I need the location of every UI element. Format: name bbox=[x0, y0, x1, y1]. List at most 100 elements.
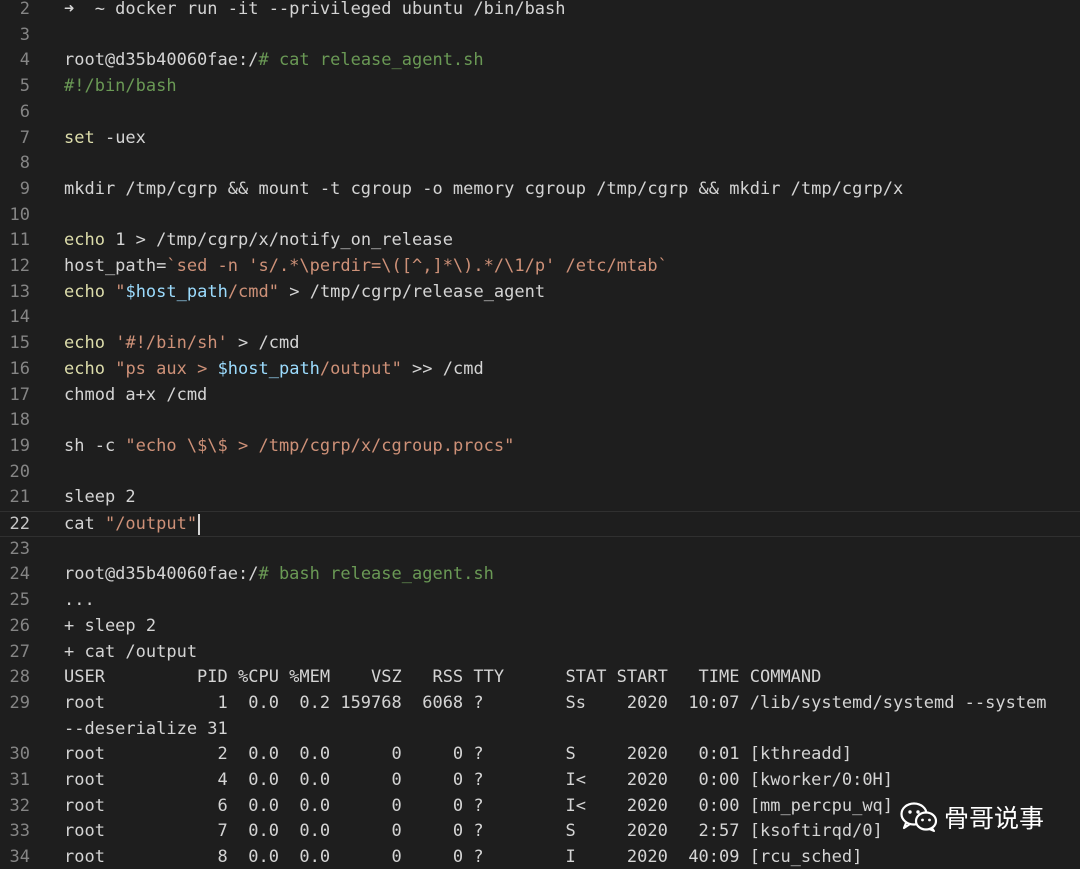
code-token: root@d35b40060fae:/ bbox=[64, 50, 259, 71]
line-code: sleep 2 bbox=[64, 485, 136, 511]
code-line-7[interactable]: 7 set -uex bbox=[0, 126, 1080, 152]
code-line-19[interactable]: 19 sh -c "echo \$\$ > /tmp/cgrp/x/cgroup.… bbox=[0, 434, 1080, 460]
line-number: 19 bbox=[9, 435, 30, 456]
line-number: 12 bbox=[9, 256, 30, 276]
line-number: 29 bbox=[9, 692, 30, 713]
code-line-14[interactable]: 14 bbox=[0, 305, 1080, 331]
code-line-22[interactable]: 22 cat "/output" bbox=[0, 511, 1080, 537]
line-code: root 2 0.0 0.0 0 0 ? S 2020 0:01 [kthrea… bbox=[64, 742, 852, 768]
line-code: root 4 0.0 0.0 0 0 ? I< 2020 0:00 [kwork… bbox=[64, 768, 893, 794]
code-token: + sleep 2 bbox=[64, 615, 157, 636]
line-code: + sleep 2 bbox=[64, 614, 156, 640]
code-line-4[interactable]: 4 root@d35b40060fae:/# cat release_agent.… bbox=[0, 48, 1080, 74]
line-code: + cat /output bbox=[64, 640, 197, 666]
code-token: # bash release_agent.sh bbox=[258, 564, 494, 585]
line-number: 15 bbox=[9, 333, 30, 354]
code-line-24[interactable]: 24 root@d35b40060fae:/# bash release_agen… bbox=[0, 562, 1080, 588]
line-code: #!/bin/bash bbox=[64, 74, 177, 100]
code-token: 1 > /tmp/cgrp/x/notify_on_release bbox=[104, 230, 453, 251]
code-line-12[interactable]: 12 host_path=`sed -n 's/.*\perdir=\([^,]*… bbox=[0, 254, 1080, 280]
code-line-23[interactable]: 23 bbox=[0, 537, 1080, 563]
code-line-9[interactable]: 9 mkdir /tmp/cgrp && mount -t cgroup -o m… bbox=[0, 177, 1080, 203]
code-line-11[interactable]: 11 echo 1 > /tmp/cgrp/x/notify_on_release bbox=[0, 228, 1080, 254]
code-token: echo bbox=[64, 358, 105, 379]
code-token: #!/bin/bash bbox=[64, 76, 177, 97]
code-token: USER PID %CPU %MEM VSZ RSS TTY STAT STAR… bbox=[64, 667, 822, 688]
code-token: root 1 0.0 0.2 159768 6068 ? Ss 2020 10:… bbox=[64, 692, 1047, 713]
code-token: echo bbox=[64, 333, 105, 354]
line-number: 33 bbox=[9, 821, 30, 842]
code-token: sleep 2 bbox=[64, 487, 136, 508]
line-number: 7 bbox=[19, 127, 30, 148]
code-line-6[interactable]: 6 bbox=[0, 100, 1080, 126]
code-line-25[interactable]: 25... bbox=[0, 588, 1080, 614]
line-number: 24 bbox=[9, 564, 30, 585]
code-line-28[interactable]: 28 USER PID %CPU %MEM VSZ RSS TTY STAT ST… bbox=[0, 665, 1080, 691]
code-line-16[interactable]: 16 echo "ps aux > $host_path/output" >> /… bbox=[0, 357, 1080, 383]
code-token: " bbox=[115, 281, 126, 302]
line-code: chmod a+x /cmd bbox=[64, 383, 207, 409]
line-number: 31 bbox=[9, 770, 30, 790]
code-line-17[interactable]: 17 chmod a+x /cmd bbox=[0, 383, 1080, 409]
code-line-20[interactable]: 20 bbox=[0, 460, 1080, 486]
code-line-13[interactable]: 13 echo "$host_path/cmd" > /tmp/cgrp/rele… bbox=[0, 280, 1080, 306]
code-token: echo bbox=[64, 281, 105, 302]
code-token: $host_path bbox=[217, 358, 320, 379]
line-code: --deserialize 31 bbox=[64, 717, 228, 743]
code-line-31[interactable]: 31 root 4 0.0 0.0 0 0 ? I< 2020 0:00 [kwo… bbox=[0, 768, 1080, 794]
line-number: 16 bbox=[9, 358, 30, 379]
line-code: host_path=`sed -n 's/.*\perdir=\([^,]*\)… bbox=[64, 254, 668, 280]
code-token: "echo \$\$ > /tmp/cgrp/x/cgroup.procs" bbox=[125, 435, 515, 456]
code-line-15[interactable]: 15 echo '#!/bin/sh' > /cmd bbox=[0, 331, 1080, 357]
line-code: echo '#!/bin/sh' > /cmd bbox=[64, 331, 299, 357]
line-code: root@d35b40060fae:/# cat release_agent.s… bbox=[64, 48, 484, 74]
code-token: --deserialize 31 bbox=[64, 718, 228, 739]
line-number: 25 bbox=[9, 590, 30, 611]
line-code: echo 1 > /tmp/cgrp/x/notify_on_release bbox=[64, 228, 453, 254]
code-token: echo bbox=[64, 230, 105, 251]
code-token: root 8 0.0 0.0 0 0 ? I 2020 40:09 [rcu_s… bbox=[64, 847, 863, 868]
code-token: -uex bbox=[94, 127, 146, 148]
code-token: /output" bbox=[319, 358, 402, 379]
line-number: 10 bbox=[9, 204, 30, 225]
code-token: + cat /output bbox=[64, 641, 198, 662]
line-code: root 8 0.0 0.0 0 0 ? I 2020 40:09 [rcu_s… bbox=[64, 845, 862, 869]
line-code: echo "ps aux > $host_path/output" >> /cm… bbox=[64, 357, 484, 383]
code-token: >> /cmd bbox=[401, 358, 484, 379]
code-token: ... bbox=[64, 590, 95, 611]
text-cursor bbox=[198, 513, 201, 535]
line-code: mkdir /tmp/cgrp && mount -t cgroup -o me… bbox=[64, 177, 903, 203]
code-line-18[interactable]: 18 bbox=[0, 408, 1080, 434]
watermark-text: 骨哥说事 bbox=[943, 804, 1044, 833]
code-line-30[interactable]: 30 root 2 0.0 0.0 0 0 ? S 2020 0:01 [kthr… bbox=[0, 742, 1080, 768]
line-code: echo "$host_path/cmd" > /tmp/cgrp/releas… bbox=[64, 280, 545, 306]
code-line-26[interactable]: 26 + sleep 2 bbox=[0, 614, 1080, 640]
code-line-5[interactable]: 5 #!/bin/bash bbox=[0, 74, 1080, 100]
line-number: 18 bbox=[9, 410, 30, 431]
code-token: $host_path bbox=[125, 281, 228, 302]
code-editor[interactable]: 2 ➜ ~ docker run -it --privileged ubuntu … bbox=[0, 0, 1080, 869]
code-line-wrap[interactable]: --deserialize 31 bbox=[0, 717, 1080, 743]
code-line-21[interactable]: 21 sleep 2 bbox=[0, 485, 1080, 511]
line-number: 26 bbox=[9, 615, 30, 636]
code-line-10[interactable]: 10 bbox=[0, 203, 1080, 229]
line-number: 17 bbox=[9, 384, 30, 405]
code-line-8[interactable]: 8 bbox=[0, 151, 1080, 177]
code-token: root 7 0.0 0.0 0 0 ? S 2020 2:57 [ksofti… bbox=[64, 821, 883, 842]
code-line-29[interactable]: 29 root 1 0.0 0.2 159768 6068 ? Ss 2020 1… bbox=[0, 691, 1080, 717]
code-token: root 4 0.0 0.0 0 0 ? I< 2020 0:00 [kwork… bbox=[64, 770, 894, 790]
line-number: 2 bbox=[19, 0, 30, 19]
line-number: 30 bbox=[9, 744, 30, 765]
code-line-2[interactable]: 2 ➜ ~ docker run -it --privileged ubuntu … bbox=[0, 0, 1080, 23]
code-token: set bbox=[64, 127, 95, 148]
line-number: 6 bbox=[19, 101, 30, 122]
code-token: cat bbox=[64, 514, 105, 534]
code-line-34[interactable]: 34 root 8 0.0 0.0 0 0 ? I 2020 40:09 [rcu… bbox=[0, 845, 1080, 869]
line-number: 22 bbox=[9, 514, 30, 534]
code-line-3[interactable]: 3 bbox=[0, 23, 1080, 49]
code-line-27[interactable]: 27 + cat /output bbox=[0, 640, 1080, 666]
code-token: chmod a+x /cmd bbox=[64, 384, 208, 405]
